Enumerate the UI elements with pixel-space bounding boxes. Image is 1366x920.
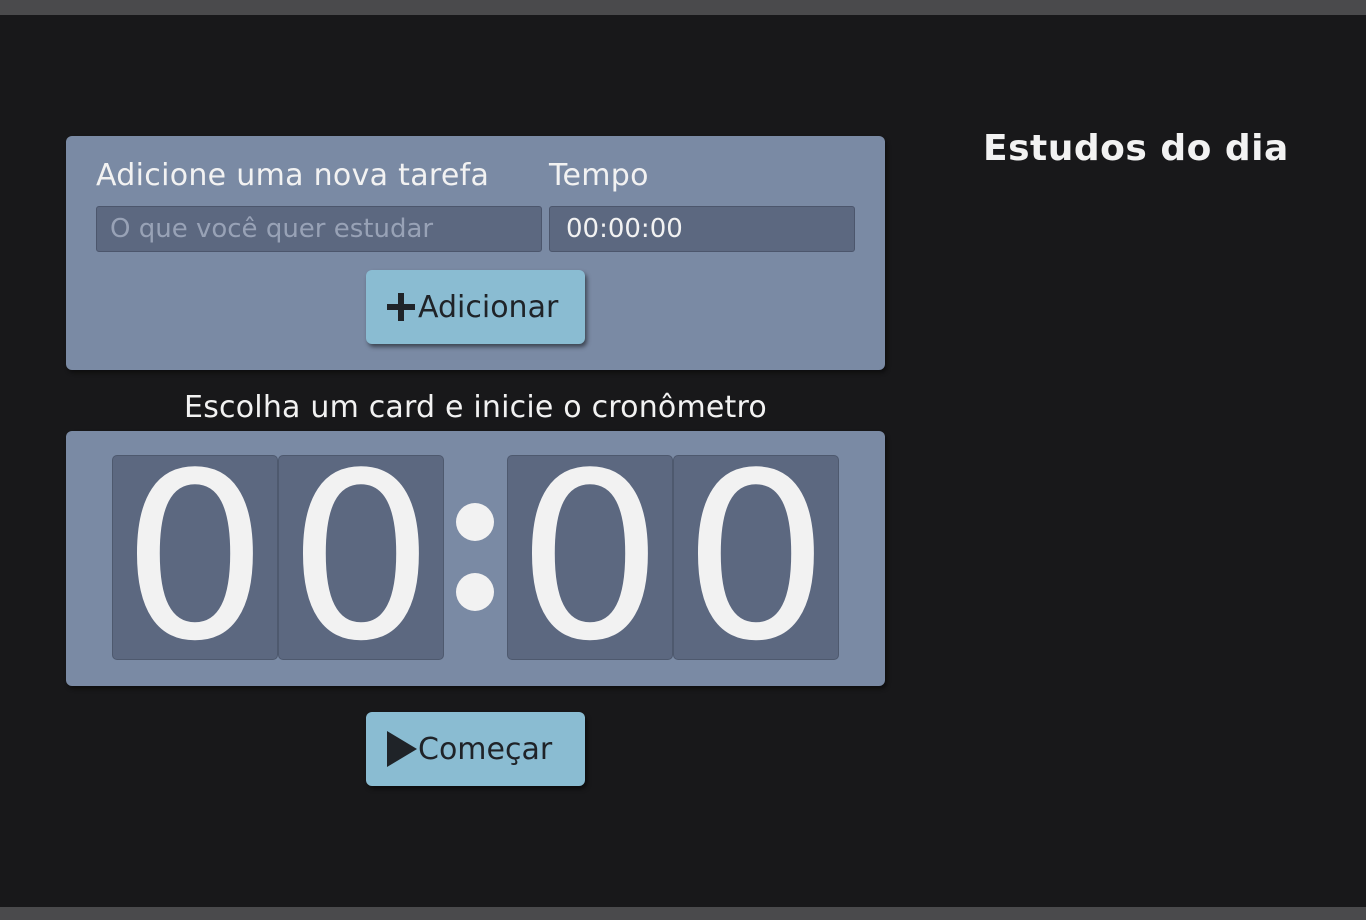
timer-colon	[456, 503, 494, 541]
play-icon	[384, 731, 418, 767]
timer-digit: 0	[112, 455, 278, 660]
timer-colon	[456, 573, 494, 611]
timer-digit: 0	[673, 455, 839, 660]
start-button[interactable]: Começar	[366, 712, 585, 786]
plus-icon	[384, 291, 418, 323]
timer-caption: Escolha um card e inicie o cronômetro	[184, 390, 767, 425]
daily-studies-title: Estudos do dia	[983, 128, 1289, 169]
time-input[interactable]	[549, 206, 855, 252]
new-task-form: Adicione uma nova tarefa Tempo Adicionar	[66, 136, 885, 370]
add-button-label: Adicionar	[418, 289, 559, 325]
bottom-bar	[0, 907, 1366, 920]
task-input[interactable]	[96, 206, 542, 252]
add-task-button[interactable]: Adicionar	[366, 270, 585, 344]
timer-display: 0 0 0 0	[66, 431, 885, 686]
timer-digit: 0	[507, 455, 673, 660]
time-label: Tempo	[549, 158, 649, 193]
task-label: Adicione uma nova tarefa	[96, 158, 490, 193]
start-button-label: Começar	[418, 731, 553, 767]
top-bar	[0, 0, 1366, 15]
timer-digit: 0	[278, 455, 444, 660]
